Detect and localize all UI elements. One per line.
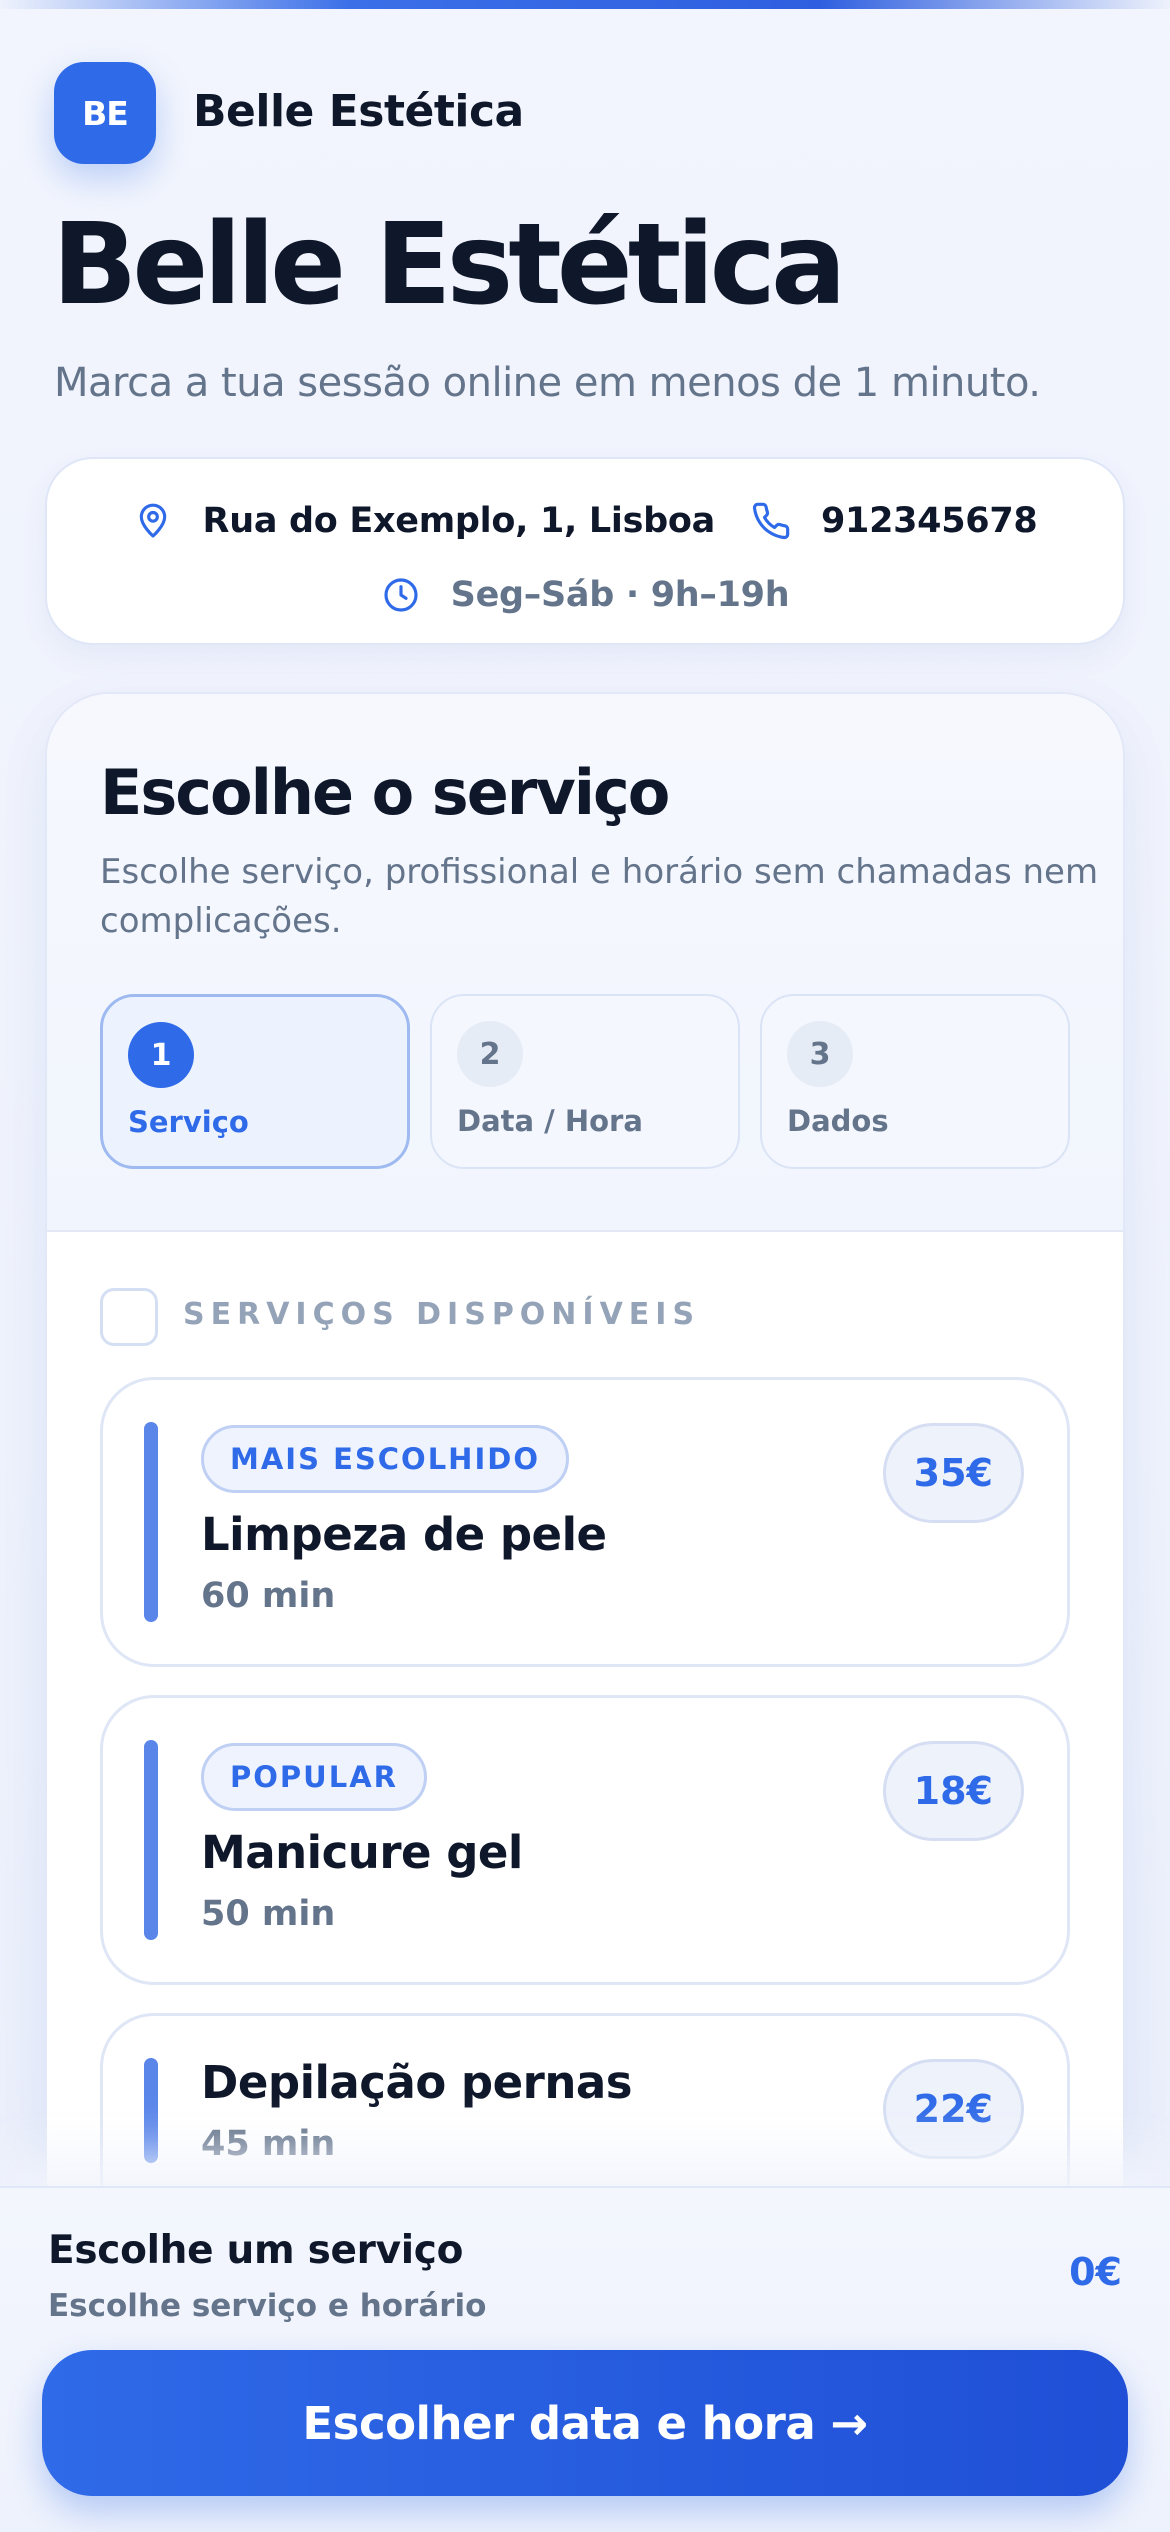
step-details[interactable]: 3 Dados (760, 994, 1070, 1169)
service-item-limpeza[interactable]: MAIS ESCOLHIDO Limpeza de pele 60 min 35… (100, 1377, 1070, 1667)
step-number: 2 (457, 1021, 523, 1087)
step-label: Dados (787, 1104, 889, 1138)
service-badge: POPULAR (201, 1743, 427, 1811)
booking-title: Escolhe o serviço (100, 756, 670, 829)
step-number: 3 (787, 1021, 853, 1087)
business-info-card: Rua do Exemplo, 1, Lisboa 912345678 Seg–… (45, 457, 1125, 645)
service-name: Manicure gel (201, 1826, 523, 1879)
service-name: Depilação pernas (201, 2056, 633, 2109)
page-subtitle: Marca a tua sessão online em menos de 1 … (54, 360, 1041, 406)
step-label: Serviço (128, 1105, 249, 1139)
service-price: 18€ (882, 1741, 1024, 1841)
page-title: Belle Estética (52, 200, 847, 330)
choose-date-time-button[interactable]: Escolher data e hora → (42, 2350, 1128, 2496)
service-price: 22€ (882, 2059, 1024, 2159)
section-checkbox[interactable] (100, 1288, 158, 1346)
brand-logo: BE (54, 62, 156, 164)
summary-total: 0€ (1069, 2250, 1122, 2294)
service-item-manicure[interactable]: POPULAR Manicure gel 50 min 18€ (100, 1695, 1070, 1985)
phone-icon (752, 502, 790, 540)
service-price: 35€ (882, 1423, 1024, 1523)
step-service[interactable]: 1 Serviço (100, 994, 410, 1169)
service-duration: 60 min (201, 1576, 336, 1616)
booking-card-header: Escolhe o serviço Escolhe serviço, profi… (47, 694, 1123, 1232)
service-name: Limpeza de pele (201, 1508, 607, 1561)
phone-info[interactable]: 912345678 (751, 501, 1038, 541)
phone-text: 912345678 (820, 501, 1038, 541)
service-accent-bar (144, 1740, 158, 1940)
step-date-time[interactable]: 2 Data / Hora (430, 994, 740, 1169)
step-label: Data / Hora (457, 1104, 643, 1138)
service-accent-bar (144, 1422, 158, 1622)
clock-icon (384, 578, 418, 612)
address-text: Rua do Exemplo, 1, Lisboa (202, 501, 716, 541)
top-accent-bar (0, 0, 1170, 9)
address-info[interactable]: Rua do Exemplo, 1, Lisboa (133, 501, 715, 541)
service-badge: MAIS ESCOLHIDO (201, 1425, 569, 1493)
step-number: 1 (128, 1022, 194, 1088)
summary-subtitle: Escolhe serviço e horário (48, 2288, 487, 2324)
location-pin-icon (139, 503, 166, 538)
service-duration: 50 min (201, 1894, 336, 1934)
service-duration: 45 min (201, 2124, 336, 2164)
booking-subtitle: Escolhe serviço, profissional e horário … (100, 852, 1099, 941)
hours-info: Seg–Sáb · 9h–19h (381, 575, 790, 615)
service-accent-bar (144, 2058, 158, 2163)
hours-text: Seg–Sáb · 9h–19h (450, 575, 790, 615)
section-label: SERVIÇOS DISPONÍVEIS (183, 1297, 701, 1332)
summary-title: Escolhe um serviço (48, 2228, 464, 2273)
brand-name: Belle Estética (193, 86, 524, 137)
bottom-summary-bar: Escolhe um serviço Escolhe serviço e hor… (0, 2186, 1170, 2532)
logo-initials: BE (82, 93, 129, 133)
